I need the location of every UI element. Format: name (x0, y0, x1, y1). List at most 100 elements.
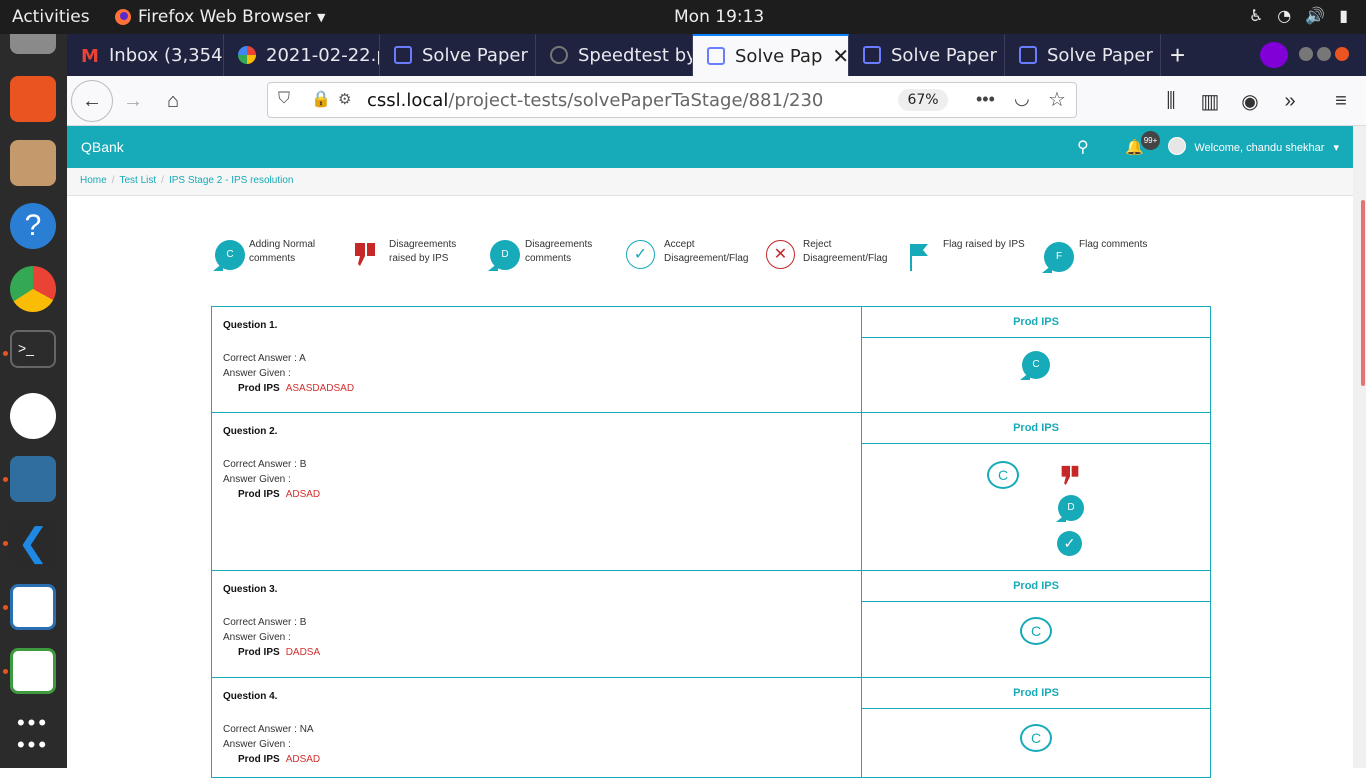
url-path: /project-tests/solvePaperTaStage/881/230 (448, 90, 824, 111)
tab-solve-paper-1[interactable]: Solve Paper (380, 34, 536, 76)
column-header: Prod IPS (862, 571, 1210, 602)
tab-solve-paper-3[interactable]: Solve Paper (1005, 34, 1161, 76)
url-text[interactable]: cssl.local/project-tests/solvePaperTaSta… (367, 90, 823, 111)
window-close-button[interactable] (1335, 47, 1349, 61)
breadcrumb-home[interactable]: Home (80, 175, 107, 186)
volume-icon[interactable]: 🔊 (1305, 6, 1325, 25)
question-title: Question 1. (223, 320, 278, 331)
avatar[interactable] (1168, 137, 1186, 155)
thumbs-down-icon (355, 243, 375, 266)
software-center-icon[interactable] (10, 76, 56, 122)
reviewer-answer: Prod IPS DADSA (238, 647, 321, 658)
answer-given-label: Answer Given : (223, 368, 291, 379)
pocket-icon[interactable]: ◡ (1014, 88, 1030, 109)
answer-given-label: Answer Given : (223, 632, 291, 643)
firefox-icon (115, 9, 131, 25)
help-icon[interactable]: ? (10, 203, 56, 249)
add-comment-icon[interactable]: C (987, 461, 1019, 489)
tab-gmail[interactable]: M Inbox (3,354 (67, 34, 224, 76)
question-row: Question 1. Correct Answer : A Answer Gi… (212, 307, 1210, 413)
chrome-icon[interactable] (10, 266, 56, 312)
new-tab-button[interactable]: + (1170, 40, 1185, 71)
accepted-check-icon[interactable]: ✓ (1057, 531, 1082, 556)
question-title: Question 2. (223, 426, 278, 437)
address-bar[interactable]: ⛉ 🔒 ⚙ cssl.local/project-tests/solvePape… (267, 82, 1077, 118)
tab-speedtest[interactable]: Speedtest by (536, 34, 693, 76)
overflow-chevron-icon[interactable]: » (1274, 85, 1306, 117)
questions-table: Question 1. Correct Answer : A Answer Gi… (211, 306, 1211, 778)
sidebar-icon[interactable]: ▥ (1194, 85, 1226, 117)
legend-item: Adding Normal comments (249, 239, 316, 264)
url-host: cssl.local (367, 90, 449, 111)
breadcrumb-test-list[interactable]: Test List (119, 175, 156, 186)
accessibility-icon[interactable]: ♿ (1249, 6, 1263, 25)
tab-solve-paper-2[interactable]: Solve Paper (849, 34, 1005, 76)
tab-label: Speedtest by (578, 44, 693, 66)
vscode-icon[interactable]: ❮ (10, 520, 56, 566)
user-menu[interactable]: Welcome, chandu shekhar ▾ (1194, 141, 1339, 154)
battery-icon[interactable]: ▮ (1339, 6, 1348, 25)
calc-icon[interactable] (10, 648, 56, 694)
maximize-button[interactable] (1317, 47, 1331, 61)
wifi-icon[interactable]: ◔ (1277, 6, 1291, 25)
files-icon[interactable] (10, 140, 56, 186)
writer-icon[interactable] (10, 584, 56, 630)
search-icon[interactable]: ⚲ (1077, 137, 1089, 157)
dock: ? >_ ❮ ••• ••• (0, 34, 67, 768)
permissions-icon[interactable]: ⚙ (338, 90, 351, 108)
close-icon[interactable]: ✕ (832, 44, 848, 68)
question-cell: Question 4. Correct Answer : NA Answer G… (212, 678, 862, 777)
add-comment-icon[interactable]: C (1020, 724, 1052, 752)
brand-logo[interactable]: QBank (81, 139, 124, 155)
notification-count-badge: 99+ (1141, 131, 1160, 150)
terminal-icon[interactable]: >_ (10, 330, 56, 368)
app-menu[interactable]: Firefox Web Browser ▼ (114, 7, 326, 27)
comment-icon[interactable]: C (1020, 351, 1050, 380)
account-icon[interactable]: ◉ (1234, 85, 1266, 117)
flag-comment-legend-icon: F (1042, 242, 1074, 273)
correct-answer: Correct Answer : B (223, 459, 307, 470)
tab-solve-paper-active[interactable]: Solve Pap ✕ (693, 34, 849, 76)
running-indicator (3, 351, 8, 356)
legend-item: Reject Disagreement/Flag (803, 239, 888, 264)
bookmark-star-icon[interactable]: ☆ (1048, 87, 1066, 112)
tab-label: Solve Paper (1047, 44, 1153, 66)
clock[interactable]: Mon 19:13 (674, 7, 764, 27)
forward-button[interactable]: → (117, 85, 149, 117)
chevron-down-icon: ▾ (1333, 142, 1339, 154)
running-indicator (3, 605, 8, 610)
add-comment-icon[interactable]: C (1020, 617, 1052, 645)
home-button[interactable]: ⌂ (157, 85, 189, 117)
photos-icon (238, 46, 256, 64)
mysql-workbench-icon[interactable] (10, 456, 56, 502)
system-tray[interactable]: ♿ ◔ 🔊 ▮ (1249, 6, 1348, 25)
slack-icon[interactable] (10, 393, 56, 439)
minimize-button[interactable] (1299, 47, 1313, 61)
chevron-down-icon: ▼ (317, 10, 326, 24)
column-header: Prod IPS (862, 678, 1210, 709)
running-indicator (3, 541, 8, 546)
dock-app-icon[interactable] (10, 34, 56, 54)
back-button[interactable]: ← (71, 80, 113, 122)
running-indicator (3, 669, 8, 674)
page-icon (707, 47, 725, 65)
insecure-lock-icon[interactable]: 🔒 (311, 89, 331, 109)
disagreement-comment-icon[interactable]: D (1056, 495, 1084, 522)
window-controls[interactable] (1299, 47, 1349, 61)
library-icon[interactable]: ⫼ (1155, 85, 1187, 117)
activities-button[interactable]: Activities (12, 7, 90, 27)
show-apps-icon[interactable]: ••• ••• (10, 712, 56, 758)
scrollbar-thumb[interactable] (1361, 200, 1365, 386)
legend-item: Disagreements raised by IPS (389, 239, 457, 264)
hamburger-menu-icon[interactable]: ≡ (1325, 85, 1357, 117)
column-header: Prod IPS (862, 413, 1210, 444)
page-scrollbar[interactable] (1353, 126, 1366, 768)
thumbs-down-icon[interactable] (1060, 463, 1080, 487)
comment-legend-icon: C (213, 240, 245, 271)
tab-label: 2021-02-22.p (266, 44, 380, 66)
page-actions-icon[interactable]: ••• (976, 89, 995, 110)
tab-photos[interactable]: 2021-02-22.p (224, 34, 380, 76)
shield-icon[interactable]: ⛉ (278, 90, 290, 108)
review-cell: Prod IPS C (862, 307, 1210, 412)
zoom-indicator[interactable]: 67% (898, 89, 948, 111)
